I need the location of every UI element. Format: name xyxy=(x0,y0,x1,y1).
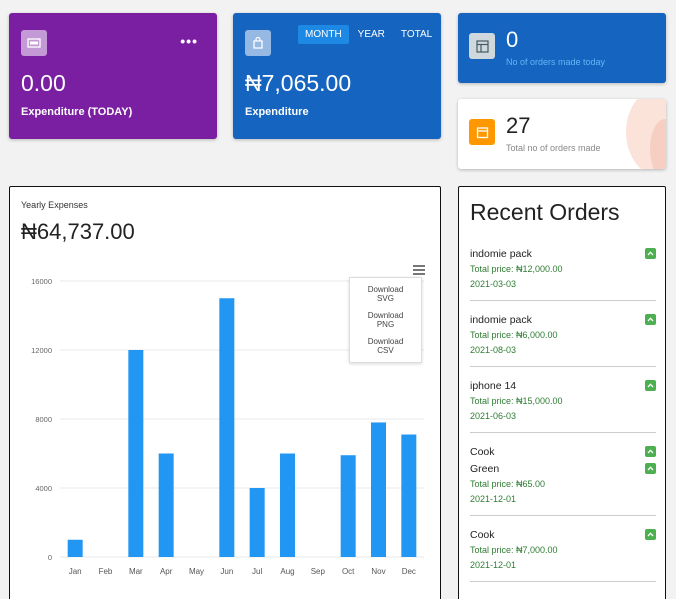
bar-jun[interactable] xyxy=(219,298,235,557)
orders-today-label: No of orders made today xyxy=(506,57,606,67)
order-price: Total price: ₦65.00 xyxy=(470,479,546,489)
order-item: Cook Green Total price: ₦65.00 2021-12-01 xyxy=(470,443,656,516)
order-item-row: indomie pack xyxy=(470,245,656,262)
chevron-up-icon[interactable] xyxy=(645,380,656,391)
order-item-row: Cook xyxy=(470,526,656,543)
period-tabs: MONTH YEAR TOTAL xyxy=(298,25,441,44)
expenditure-today-label: Expenditure (TODAY) xyxy=(21,106,133,118)
y-tick-label: 8000 xyxy=(35,415,52,424)
recent-orders-list: indomie pack Total price: ₦12,000.00 2021-… xyxy=(470,245,656,592)
download-menu: Download SVG Download PNG Download CSV xyxy=(349,277,422,363)
bar-oct[interactable] xyxy=(340,455,356,557)
y-tick-label: 0 xyxy=(48,553,52,562)
y-tick-label: 4000 xyxy=(35,484,52,493)
y-tick-label: 12000 xyxy=(31,346,52,355)
x-tick-label: Dec xyxy=(402,567,416,576)
chevron-up-icon[interactable] xyxy=(645,529,656,540)
expenditure-today-card: ••• 0.00 Expenditure (TODAY) xyxy=(9,13,217,139)
yearly-expenses-total: ₦64,737.00 xyxy=(21,219,135,244)
order-item-name: Cook xyxy=(470,528,495,541)
order-item-name: Green xyxy=(470,462,500,475)
x-tick-label: Feb xyxy=(99,567,113,576)
tab-month[interactable]: MONTH xyxy=(298,25,349,44)
order-item-row: Green xyxy=(470,460,656,477)
order-date: 2021-03-03 xyxy=(470,279,517,289)
download-png-item[interactable]: Download PNG xyxy=(350,307,421,333)
more-options-icon[interactable]: ••• xyxy=(180,33,198,49)
tab-year[interactable]: YEAR xyxy=(351,25,392,44)
order-date: 2021-12-01 xyxy=(470,494,517,504)
order-item-name: indomie pack xyxy=(470,247,532,260)
expenditure-period-value: ₦7,065.00 xyxy=(245,70,352,96)
x-tick-label: Jan xyxy=(69,567,82,576)
order-item-row: indomie pack xyxy=(470,311,656,328)
chevron-up-icon[interactable] xyxy=(645,446,656,457)
recent-orders-panel: Recent Orders indomie pack Total price: ₦… xyxy=(458,186,666,599)
bar-jan[interactable] xyxy=(67,539,83,557)
order-item-name: iphone 14 xyxy=(470,379,517,392)
chevron-up-icon[interactable] xyxy=(645,248,656,259)
chevron-up-icon[interactable] xyxy=(645,463,656,474)
chart-menu-icon[interactable] xyxy=(413,265,425,275)
x-tick-label: Aug xyxy=(280,567,294,576)
expenditure-period-label: Expenditure xyxy=(245,106,309,118)
expenditure-today-value: 0.00 xyxy=(21,70,66,96)
order-item-row: Cook xyxy=(470,443,656,460)
x-tick-label: May xyxy=(189,567,204,576)
order-date: 2021-12-01 xyxy=(470,560,517,570)
order-item-name: indomie pack xyxy=(470,313,532,326)
order-item-name: Cook xyxy=(470,445,495,458)
bar-aug[interactable] xyxy=(280,453,295,558)
order-price: Total price: ₦12,000.00 xyxy=(470,264,563,274)
x-tick-label: Nov xyxy=(371,567,385,576)
orders-total-label: Total no of orders made xyxy=(506,143,601,153)
cash-icon xyxy=(21,30,47,56)
x-tick-label: Oct xyxy=(342,567,355,576)
x-tick-label: Jul xyxy=(252,567,262,576)
yearly-expenses-subtitle: Yearly Expenses xyxy=(21,200,88,210)
x-tick-label: Mar xyxy=(129,567,143,576)
table-icon xyxy=(469,33,495,59)
download-csv-item[interactable]: Download CSV xyxy=(350,333,421,359)
x-tick-label: Jun xyxy=(220,567,233,576)
download-svg-item[interactable]: Download SVG xyxy=(350,281,421,307)
order-date: 2021-06-03 xyxy=(470,411,517,421)
order-item: indomie pack Total price: ₦12,000.00 2021-… xyxy=(470,245,656,301)
yearly-expenses-chart: 0 4000 8000 12000 16000 Jan Feb Mar Apr May Jun Jul… xyxy=(31,277,424,576)
orders-total-card: 27 Total no of orders made xyxy=(458,99,666,169)
bar-mar[interactable] xyxy=(128,350,144,557)
orders-today-card: 0 No of orders made today xyxy=(458,13,666,83)
yearly-expenses-panel: 0 4000 8000 12000 16000 Jan Feb Mar Apr May Jun Jul… xyxy=(9,186,441,599)
orders-today-count: 0 xyxy=(506,27,519,52)
order-price: Total price: ₦15,000.00 xyxy=(470,396,563,406)
bar-apr[interactable] xyxy=(158,453,174,558)
recent-orders-title: Recent Orders xyxy=(470,199,620,225)
order-price: Total price: ₦6,000.00 xyxy=(470,330,558,340)
store-icon xyxy=(469,119,495,145)
chevron-up-icon[interactable] xyxy=(645,314,656,325)
order-date: 2021-08-03 xyxy=(470,345,517,355)
order-item: Cook Total price: ₦7,000.00 2021-12-01 xyxy=(470,526,656,582)
tab-total[interactable]: TOTAL xyxy=(394,25,439,44)
order-price: Total price: ₦7,000.00 xyxy=(470,545,558,555)
x-tick-label: Apr xyxy=(160,567,173,576)
bar-dec[interactable] xyxy=(401,434,417,557)
bar-nov[interactable] xyxy=(371,422,386,557)
x-tick-label: Sep xyxy=(311,567,326,576)
y-tick-label: 16000 xyxy=(31,277,52,286)
order-item: indomie pack Total price: ₦6,000.00 2021-0… xyxy=(470,311,656,367)
order-item-row: iphone 14 xyxy=(470,377,656,394)
bar-jul[interactable] xyxy=(249,488,265,557)
expenditure-period-card: MONTH YEAR TOTAL ₦7,065.00 Expenditure xyxy=(233,13,441,139)
bag-icon xyxy=(245,30,271,56)
order-item: iphone 14 Total price: ₦15,000.00 2021-06-… xyxy=(470,377,656,433)
orders-total-count: 27 xyxy=(506,113,531,138)
